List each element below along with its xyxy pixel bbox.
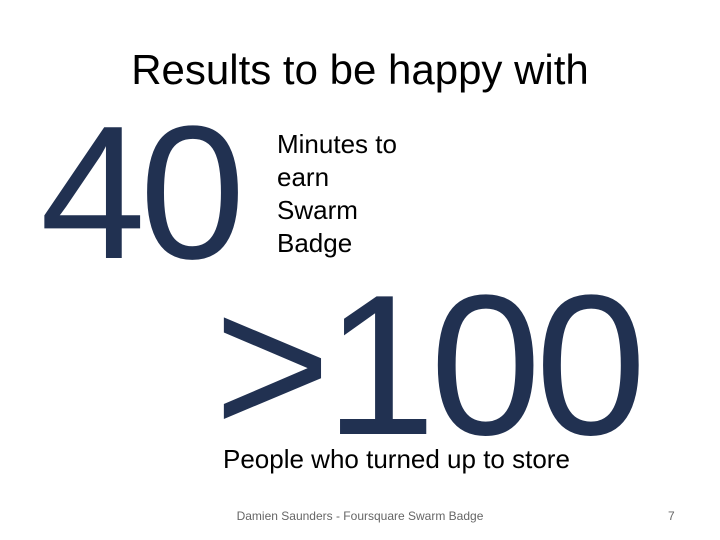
slide-footer: Damien Saunders - Foursquare Swarm Badge bbox=[236, 509, 484, 523]
stat-value-people: >100 bbox=[214, 254, 646, 477]
stat-caption-minutes: Minutes to earn Swarm Badge bbox=[277, 129, 397, 258]
page-number: 7 bbox=[668, 509, 675, 523]
slide: Results to be happy with 40 Minutes to e… bbox=[0, 0, 720, 540]
stat-caption-people: People who turned up to store bbox=[223, 444, 570, 474]
stat-value-minutes: 40 bbox=[40, 87, 245, 299]
